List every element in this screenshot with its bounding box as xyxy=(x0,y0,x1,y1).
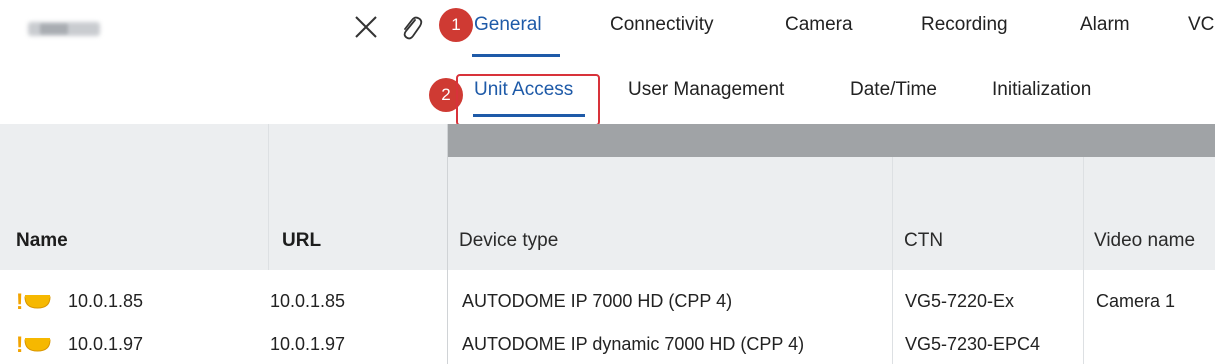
column-divider xyxy=(447,124,448,364)
tab-camera[interactable]: Camera xyxy=(785,14,853,36)
subtab-initialization[interactable]: Initialization xyxy=(992,79,1091,101)
camera-warning-icon: ! xyxy=(16,291,51,313)
column-header-url[interactable]: URL xyxy=(282,230,321,252)
active-subtab-indicator xyxy=(473,114,585,117)
tab-connectivity[interactable]: Connectivity xyxy=(610,14,714,36)
subtab-unit-access[interactable]: Unit Access xyxy=(474,79,573,101)
row-device-type: AUTODOME IP dynamic 7000 HD (CPP 4) xyxy=(462,334,805,354)
active-tab-indicator xyxy=(472,54,560,57)
column-header-ctn[interactable]: CTN xyxy=(904,230,943,252)
tab-vca[interactable]: VC xyxy=(1188,14,1214,36)
column-divider xyxy=(892,157,893,364)
column-header-device-type[interactable]: Device type xyxy=(459,230,558,252)
row-name: 10.0.1.85 xyxy=(68,291,144,311)
tab-recording[interactable]: Recording xyxy=(921,14,1008,36)
paperclip-icon[interactable] xyxy=(398,13,424,43)
row-url: 10.0.1.85 xyxy=(270,291,346,311)
subtab-user-management[interactable]: User Management xyxy=(628,79,784,101)
blurred-device-title-detail xyxy=(40,24,68,34)
subtab-date-time[interactable]: Date/Time xyxy=(850,79,937,101)
column-header-video-name[interactable]: Video name xyxy=(1094,230,1195,252)
column-header-name[interactable]: Name xyxy=(16,230,68,252)
header-group-band xyxy=(448,124,1215,157)
column-divider xyxy=(268,124,269,270)
tab-general[interactable]: General xyxy=(474,14,542,36)
row-ctn: VG5-7220-Ex xyxy=(905,291,1015,311)
close-icon[interactable] xyxy=(352,13,380,41)
top-navigation-bar xyxy=(0,0,1215,62)
row-ctn: VG5-7230-EPC4 xyxy=(905,334,1041,354)
callout-badge-1: 1 xyxy=(439,8,473,42)
camera-warning-icon: ! xyxy=(16,334,51,356)
row-video-name: Camera 1 xyxy=(1096,291,1176,311)
column-divider xyxy=(1083,157,1084,364)
row-name: 10.0.1.97 xyxy=(68,334,144,354)
row-url: 10.0.1.97 xyxy=(270,334,346,354)
row-device-type: AUTODOME IP 7000 HD (CPP 4) xyxy=(462,291,733,311)
tab-alarm[interactable]: Alarm xyxy=(1080,14,1130,36)
